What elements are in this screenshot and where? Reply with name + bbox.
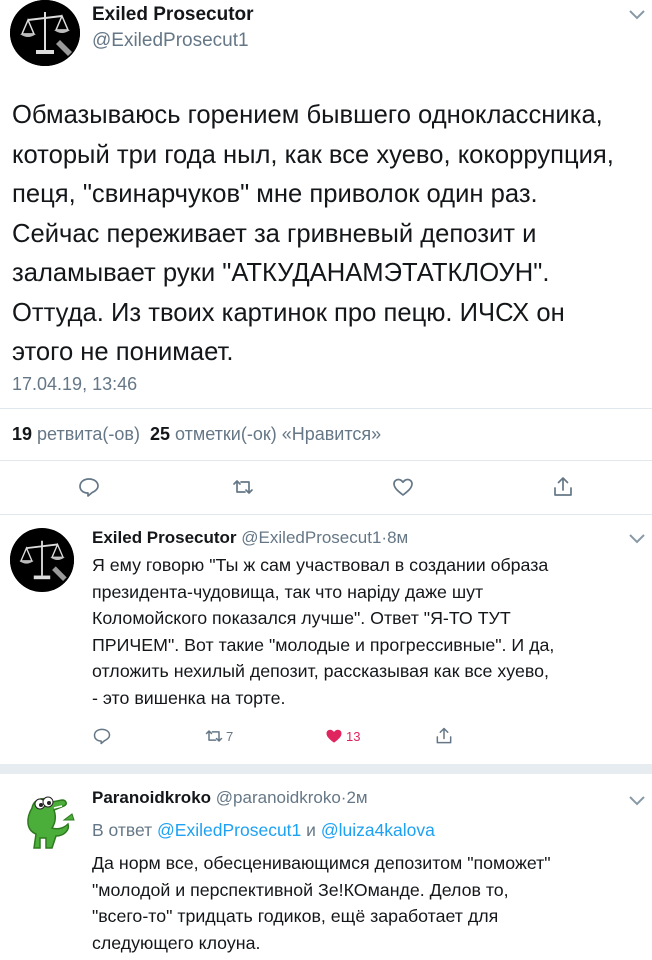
author-name[interactable]: Exiled Prosecutor [92, 4, 254, 26]
like-icon[interactable] [388, 472, 418, 502]
reply-to-user-link[interactable]: @luiza4kalova [321, 820, 435, 840]
retweet-icon [205, 730, 223, 742]
share-icon[interactable] [548, 472, 578, 502]
avatar[interactable] [12, 790, 78, 856]
reply-prefix: В ответ [92, 820, 153, 840]
retweets-count[interactable]: 19 [12, 424, 32, 444]
avatar[interactable] [10, 528, 74, 592]
reply-to-line: В ответ @ExiledProsecut1 и @luiza4kalova [92, 820, 435, 841]
author-handle[interactable]: @ExiledProsecut1 [241, 528, 381, 547]
reply-to-user-link[interactable]: @ExiledProsecut1 [157, 820, 301, 840]
divider [0, 408, 652, 409]
reply-text: Я ему говорю "Ты ж сам участвовал в созд… [92, 555, 555, 708]
reply-time[interactable]: 2м [346, 788, 367, 807]
reply-header: Paranoidkroko @paranoidkroko·2м [92, 788, 368, 808]
author-name[interactable]: Paranoidkroko [92, 788, 211, 807]
retweet-button[interactable]: 7 [204, 724, 233, 748]
divider [0, 460, 652, 461]
tweet-stats: 19 ретвита(-ов) 25 отметки(-ок) «Нравитс… [12, 424, 381, 445]
like-icon [326, 729, 342, 743]
reply-time[interactable]: 8м [387, 528, 408, 547]
reply-and: и [306, 820, 316, 840]
author-handle[interactable]: @ExiledProsecut1 [92, 30, 249, 52]
retweets-label[interactable]: ретвита(-ов) [37, 424, 140, 444]
tweet-text: Обмазываюсь горением бывшего одноклассни… [12, 101, 614, 366]
likes-label[interactable]: отметки(-ок) «Нравится» [175, 424, 381, 444]
share-icon[interactable] [434, 724, 454, 748]
like-button[interactable]: 13 [324, 724, 360, 748]
retweet-icon[interactable] [228, 472, 258, 502]
divider [0, 514, 652, 515]
author-name[interactable]: Exiled Prosecutor [92, 528, 237, 547]
reply-text: Да норм все, обесценивающимся депозитом … [92, 853, 551, 953]
avatar[interactable] [10, 0, 80, 66]
tweet-timestamp[interactable]: 17.04.19, 13:46 [12, 374, 137, 395]
reply-header: Exiled Prosecutor @ExiledProsecut1·8м [92, 528, 408, 548]
author-handle[interactable]: @paranoidkroko [216, 788, 341, 807]
scales-avatar-icon [10, 529, 74, 591]
retweet-count: 7 [226, 728, 234, 744]
chevron-down-icon[interactable] [628, 8, 646, 20]
crocodile-avatar-icon [12, 790, 78, 856]
reply-icon[interactable] [92, 724, 112, 748]
like-count: 13 [346, 728, 361, 744]
reply-icon[interactable] [74, 472, 104, 502]
chevron-down-icon[interactable] [628, 794, 646, 806]
scales-avatar-icon [10, 0, 80, 66]
likes-count[interactable]: 25 [150, 424, 170, 444]
chevron-down-icon[interactable] [628, 532, 646, 544]
thread-separator [0, 764, 652, 774]
